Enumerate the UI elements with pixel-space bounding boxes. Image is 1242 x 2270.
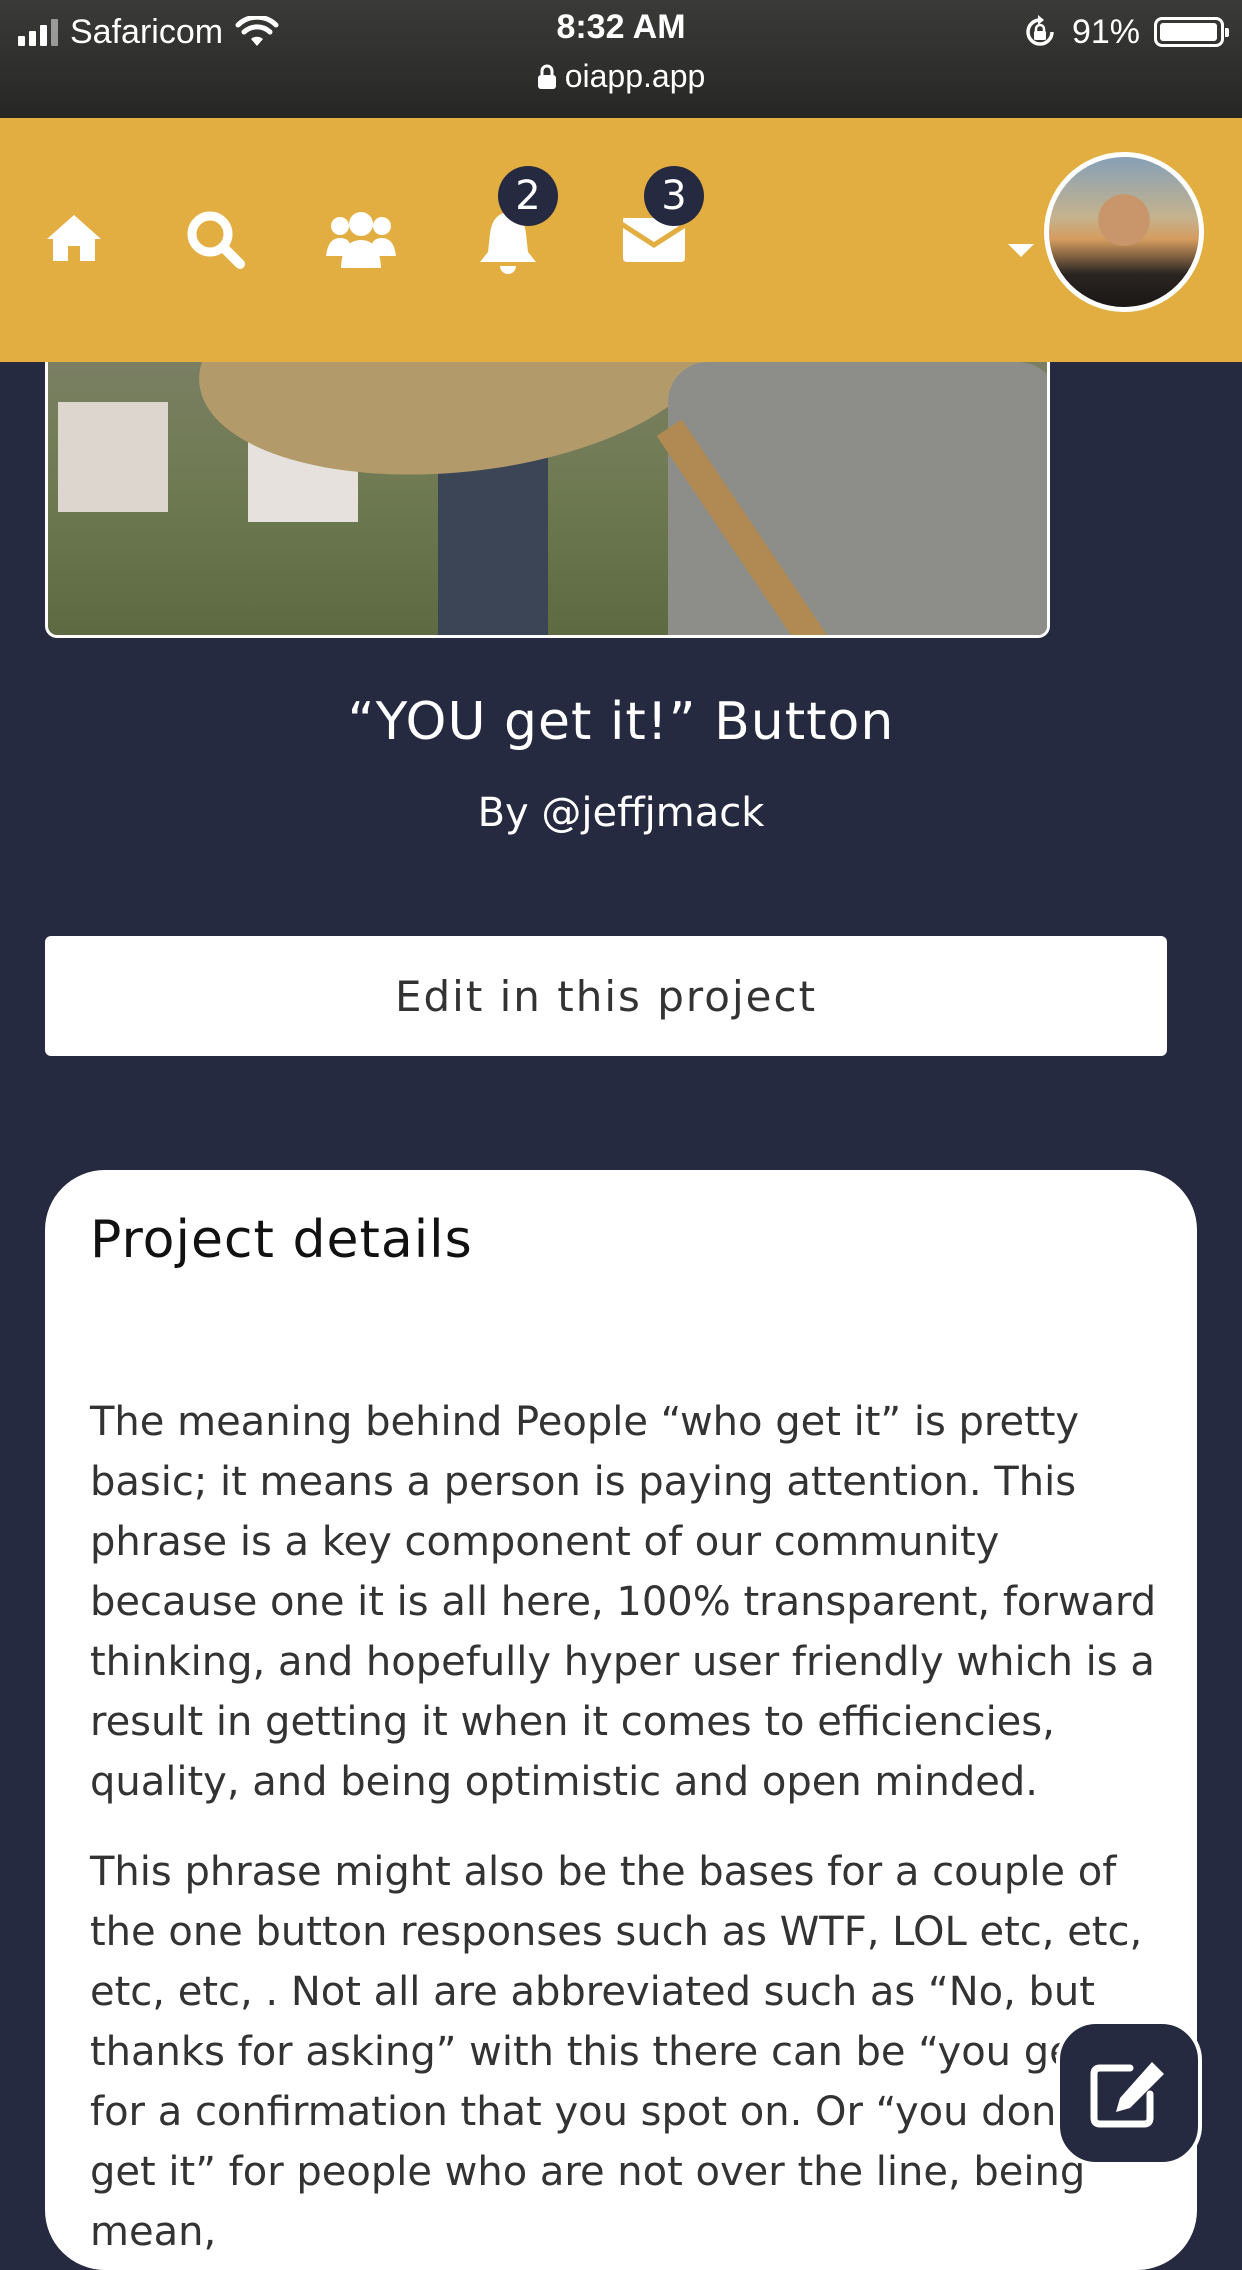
home-icon[interactable]	[44, 208, 114, 278]
battery-icon	[1154, 17, 1229, 47]
lock-icon	[537, 64, 556, 89]
search-icon[interactable]	[184, 208, 254, 278]
notifications-badge: 2	[498, 166, 558, 226]
edit-fab-button[interactable]	[1056, 2020, 1202, 2166]
project-author[interactable]: By @jeffjmack	[0, 790, 1242, 836]
project-details-card: Project details The meaning behind Peopl…	[45, 1170, 1197, 2270]
top-nav: 2 3	[0, 118, 1242, 362]
edit-icon	[1090, 2062, 1164, 2128]
rotation-lock-icon	[1026, 15, 1054, 46]
details-paragraph-1: The meaning behind People “who get it” i…	[90, 1399, 1157, 1805]
project-title: “YOU get it!” Button	[347, 692, 895, 752]
avatar[interactable]	[1044, 152, 1204, 312]
chevron-down-icon[interactable]	[1008, 244, 1034, 257]
project-image	[45, 362, 1050, 638]
users-icon[interactable]	[326, 208, 396, 278]
details-heading: Project details	[90, 1210, 473, 1270]
status-bar: Safaricom 8:32 AM oiapp.app 91%	[0, 0, 1242, 118]
status-right: 91%	[1022, 10, 1229, 54]
url-text: oiapp.app	[564, 58, 706, 94]
battery-percent: 91%	[1071, 12, 1140, 51]
edit-project-button[interactable]: Edit in this project	[45, 936, 1167, 1056]
details-paragraph-2: This phrase might also be the bases for …	[90, 1849, 1150, 2255]
url-bar[interactable]: oiapp.app	[0, 58, 1242, 95]
messages-badge: 3	[644, 166, 704, 226]
